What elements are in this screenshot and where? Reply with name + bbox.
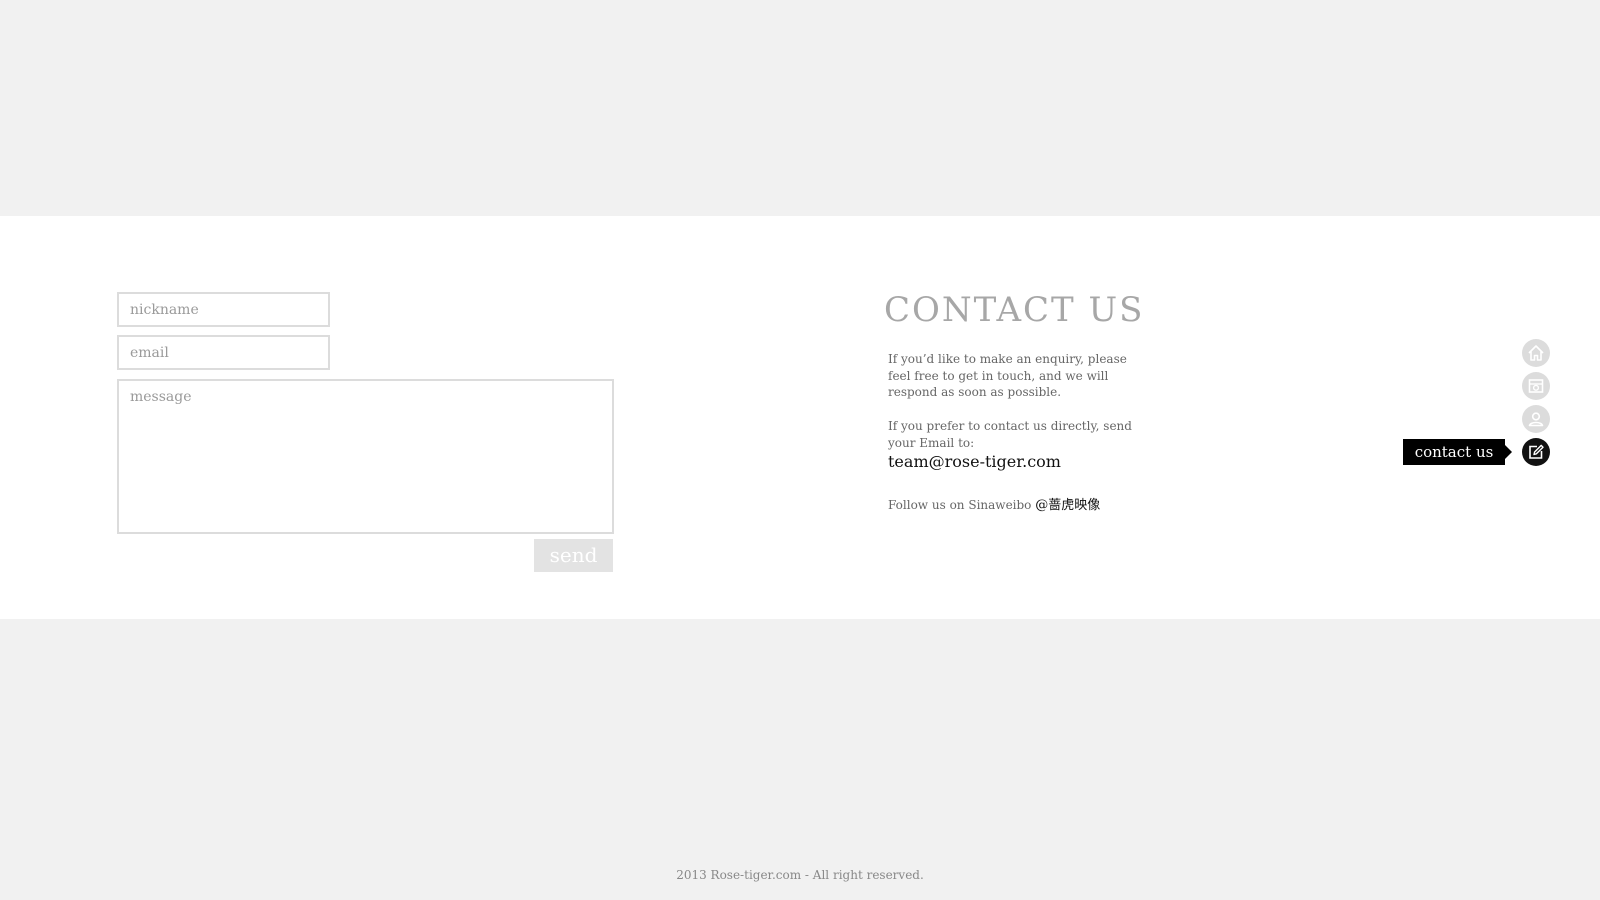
page-title: CONTACT US bbox=[884, 290, 1145, 330]
user-icon bbox=[1528, 412, 1544, 427]
home-icon bbox=[1528, 345, 1544, 361]
message-field[interactable] bbox=[117, 379, 614, 534]
enquiry-text: If you’d like to make an enquiry, please… bbox=[888, 352, 1127, 399]
nav-about-button[interactable] bbox=[1522, 405, 1550, 433]
nickname-field[interactable] bbox=[117, 292, 330, 327]
contact-email-link[interactable]: team@rose-tiger.com bbox=[888, 452, 1061, 471]
send-button[interactable]: send bbox=[534, 539, 613, 572]
nav-contact-button[interactable] bbox=[1522, 438, 1550, 466]
edit-icon bbox=[1529, 444, 1544, 459]
direct-contact-text: If you prefer to contact us directly, se… bbox=[888, 419, 1132, 450]
follow-text: Follow us on Sinaweibo bbox=[888, 498, 1036, 512]
nav-home-button[interactable] bbox=[1522, 339, 1550, 367]
footer-copyright: 2013 Rose-tiger.com - All right reserved… bbox=[676, 868, 924, 882]
nav-gallery-button[interactable] bbox=[1522, 372, 1550, 400]
bottom-band bbox=[0, 619, 1600, 900]
weibo-link[interactable]: @蔷虎映像 bbox=[1035, 498, 1100, 513]
top-band bbox=[0, 0, 1600, 216]
nav-tooltip: contact us bbox=[1403, 439, 1505, 465]
follow-line: Follow us on Sinaweibo @蔷虎映像 bbox=[888, 494, 1100, 513]
gallery-icon bbox=[1528, 379, 1544, 393]
nav-tooltip-arrow bbox=[1505, 445, 1512, 459]
email-field[interactable] bbox=[117, 335, 330, 370]
